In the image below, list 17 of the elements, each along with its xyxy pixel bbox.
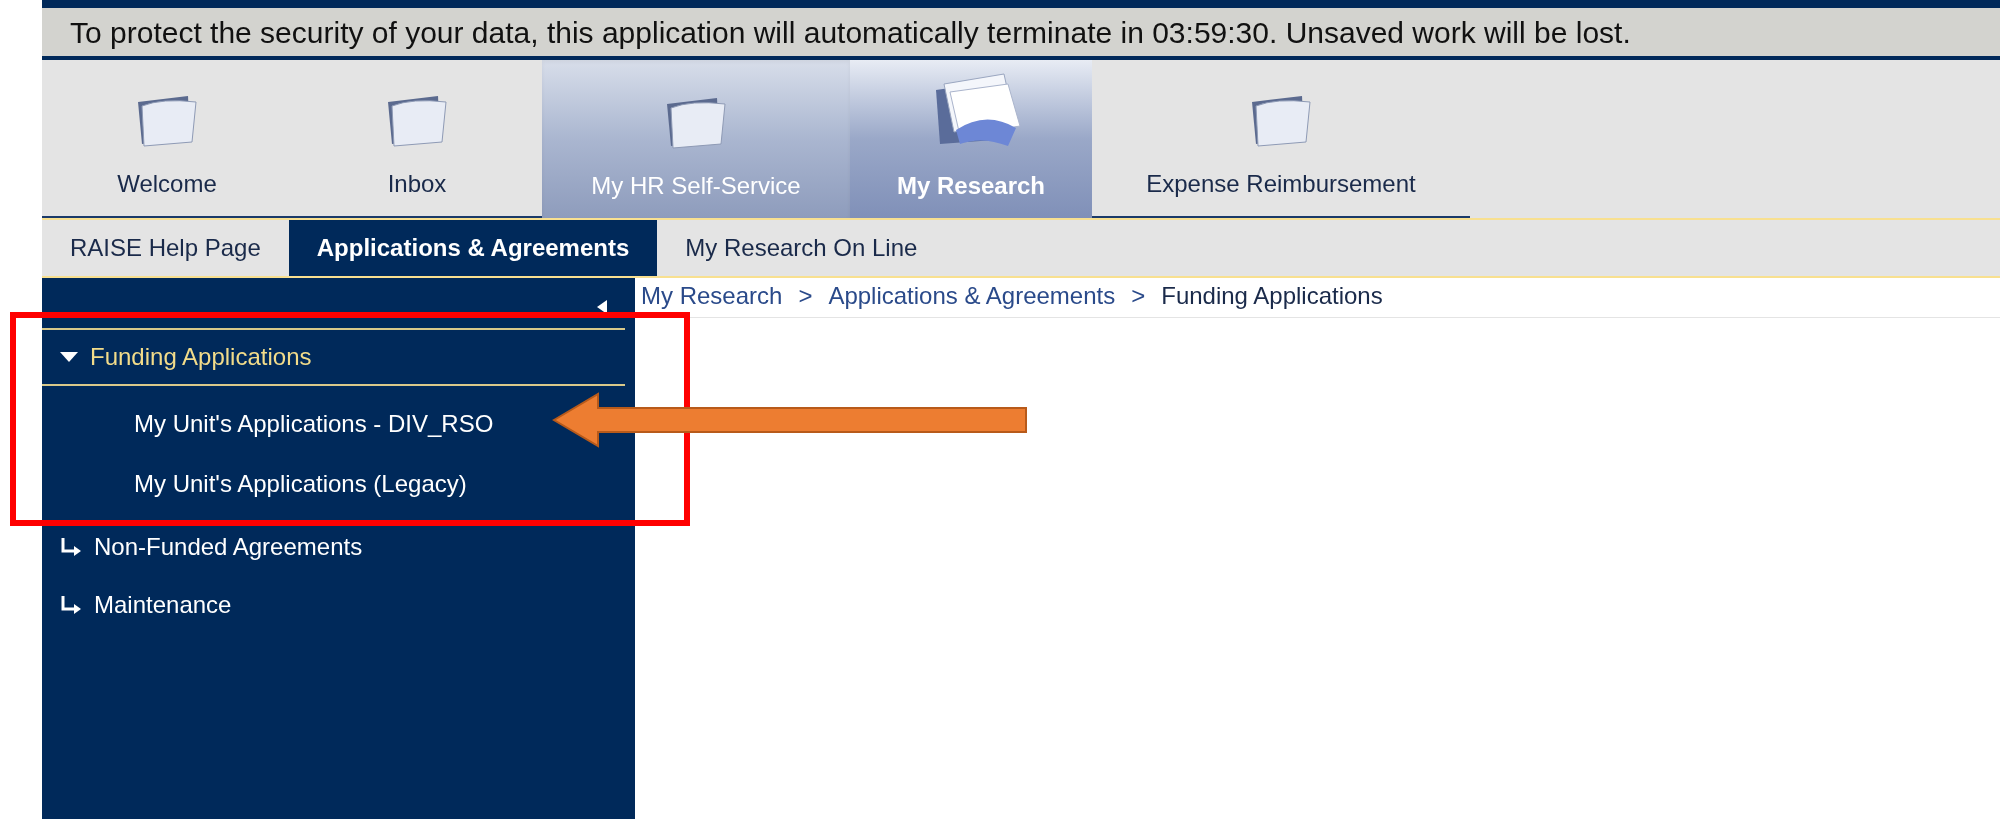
expanded-triangle-icon[interactable] — [60, 352, 78, 362]
branch-arrow-icon[interactable] — [60, 537, 82, 557]
sidebar-item[interactable]: Non-Funded Agreements — [94, 529, 363, 565]
session-warning-banner: To protect the security of your data, this application will automatically terminate in 03:59:30. Unsaved work will be lost. — [42, 8, 2000, 56]
sidebar-item[interactable]: Funding Applications — [90, 339, 312, 375]
sub-tab[interactable]: Applications & Agreements — [288, 220, 658, 276]
branch-arrow-icon[interactable] — [60, 595, 82, 615]
sidebar-subitem[interactable]: My Unit's Applications (Legacy) — [134, 466, 467, 502]
sub-tab[interactable]: RAISE Help Page — [42, 220, 289, 276]
breadcrumb-separator: > — [1131, 280, 1146, 311]
breadcrumb-link[interactable]: Applications & Agreements — [828, 277, 1116, 314]
breadcrumb-link[interactable]: My Research — [641, 277, 783, 314]
collapse-arrow-icon[interactable] — [597, 300, 607, 314]
sidebar-subitem[interactable]: My Unit's Applications - DIV_RSO — [134, 406, 494, 442]
sidebar-item[interactable]: Maintenance — [94, 587, 232, 623]
sub-tab[interactable]: My Research On Line — [657, 220, 946, 276]
breadcrumb-separator: > — [798, 280, 813, 311]
